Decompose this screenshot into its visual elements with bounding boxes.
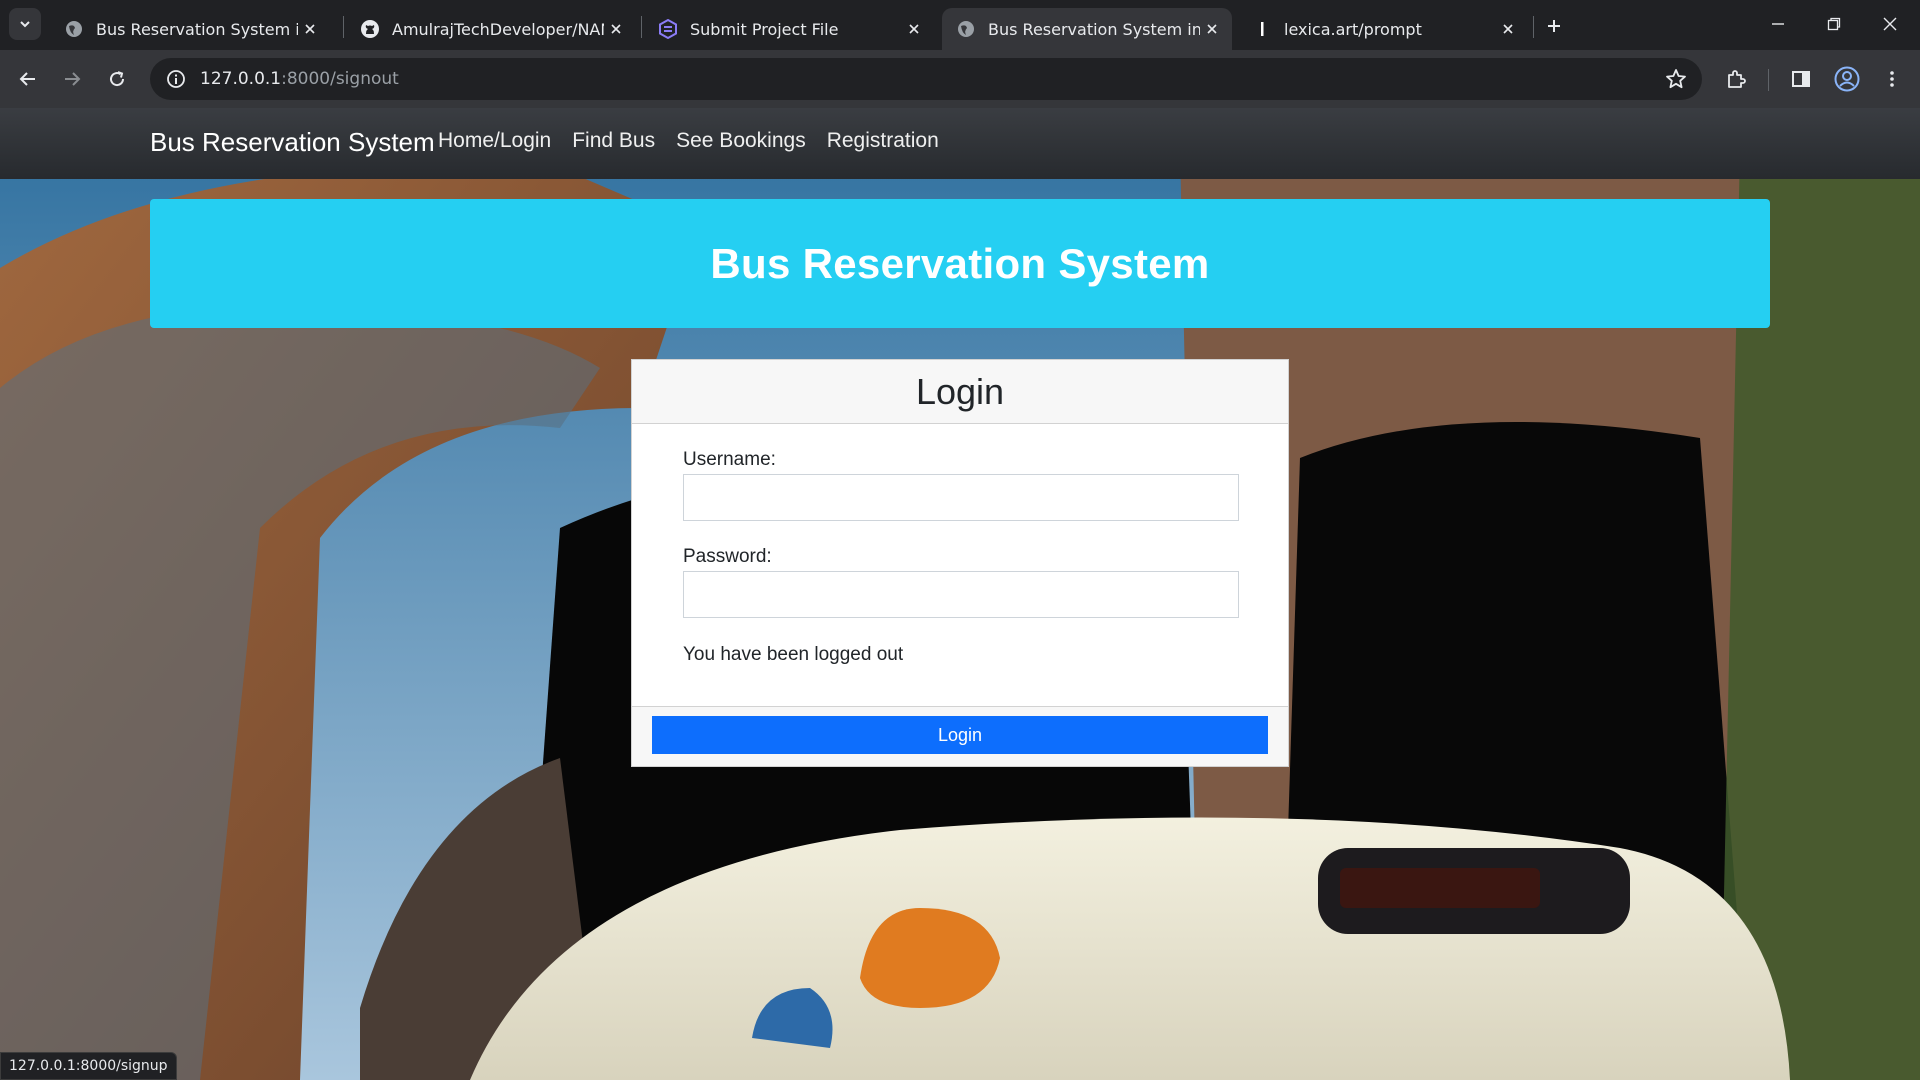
reload-icon [110, 71, 125, 87]
chevron-down-icon [20, 21, 30, 28]
browser-tab-2[interactable]: AmulrajTechDeveloper/NANMU [346, 8, 636, 50]
close-icon[interactable] [298, 17, 322, 41]
tab-separator [641, 16, 642, 38]
login-card: Login Username: Password: You have been … [631, 359, 1289, 767]
login-card-header: Login [632, 360, 1288, 424]
github-icon [360, 19, 380, 39]
username-input[interactable] [683, 474, 1239, 521]
side-panel-icon [1792, 71, 1810, 87]
tab-separator [343, 16, 344, 38]
close-icon[interactable] [1200, 17, 1224, 41]
restore-button[interactable] [1806, 6, 1862, 42]
close-icon[interactable] [604, 17, 628, 41]
puzzle-icon [1728, 70, 1746, 88]
address-host: 127.0.0.1 [200, 69, 282, 89]
close-icon[interactable] [1496, 17, 1520, 41]
side-panel-button[interactable] [1785, 63, 1817, 95]
minimize-icon [1772, 23, 1784, 25]
address-url: 127.0.0.1:8000/signout [200, 69, 399, 89]
close-icon[interactable] [902, 17, 926, 41]
tab-title: lexica.art/prompt [1284, 19, 1422, 39]
hero-banner: Bus Reservation System [150, 199, 1770, 328]
login-card-footer: Login [632, 706, 1288, 766]
tab-title: Bus Reservation System in Djan [988, 19, 1200, 39]
reload-button[interactable] [101, 63, 133, 95]
navbar-links: Home/Login Find Bus See Bookings Registr… [438, 129, 960, 153]
password-label: Password: [683, 546, 772, 567]
close-window-button[interactable] [1862, 6, 1918, 42]
tab-title: AmulrajTechDeveloper/NANMU [392, 19, 604, 39]
menu-button[interactable] [1876, 63, 1908, 95]
close-icon [1883, 17, 1897, 31]
restore-icon [1827, 17, 1841, 31]
arrow-right-icon [65, 72, 81, 86]
toolbar-divider [1768, 69, 1769, 91]
navbar-brand[interactable]: Bus Reservation System [150, 127, 435, 158]
lexica-icon [1252, 19, 1272, 39]
login-card-body: Username: Password: You have been logged… [632, 424, 1288, 708]
browser-tab-5[interactable]: lexica.art/prompt [1238, 8, 1528, 50]
nav-link-find-bus[interactable]: Find Bus [572, 129, 655, 153]
extensions-button[interactable] [1720, 63, 1752, 95]
back-button[interactable] [12, 63, 44, 95]
browser-tab-3[interactable]: Submit Project File [644, 8, 934, 50]
nav-link-registration[interactable]: Registration [827, 129, 939, 153]
browser-tab-4-active[interactable]: Bus Reservation System in Djan [942, 8, 1232, 50]
tab-title: Submit Project File [690, 19, 839, 39]
nav-link-see-bookings[interactable]: See Bookings [676, 129, 806, 153]
address-path: :8000/signout [281, 69, 399, 89]
forward-button[interactable] [56, 63, 88, 95]
tab-search-button[interactable] [9, 8, 41, 40]
password-input[interactable] [683, 571, 1239, 618]
address-bar[interactable]: 127.0.0.1:8000/signout [150, 58, 1702, 100]
login-heading: Login [915, 370, 1005, 412]
browser-toolbar: 127.0.0.1:8000/signout [0, 50, 1920, 108]
login-button[interactable]: Login [652, 716, 1268, 754]
nav-link-home-login[interactable]: Home/Login [438, 129, 551, 153]
kebab-menu-icon [1890, 71, 1894, 87]
new-tab-button[interactable] [1540, 12, 1568, 40]
profile-button[interactable] [1831, 63, 1863, 95]
hexagon-icon [658, 19, 678, 39]
site-navbar: Bus Reservation System Home/Login Find B… [0, 108, 1920, 179]
site-info-icon[interactable] [164, 67, 188, 91]
globe-icon [956, 19, 976, 39]
minimize-button[interactable] [1750, 6, 1806, 42]
username-label: Username: [683, 449, 776, 470]
profile-avatar-icon [1834, 66, 1860, 92]
tab-title: Bus Reservation System in Djan [96, 19, 298, 39]
plus-icon [1548, 20, 1560, 32]
tab-strip: Bus Reservation System in Djan AmulrajTe… [0, 0, 1920, 50]
arrow-left-icon [19, 72, 35, 86]
link-status-bar: 127.0.0.1:8000/signup [0, 1052, 177, 1080]
logout-message: You have been logged out [683, 644, 904, 665]
banner-title: Bus Reservation System [710, 239, 1210, 287]
globe-icon [64, 19, 84, 39]
browser-tab-1[interactable]: Bus Reservation System in Djan [50, 8, 330, 50]
bookmark-star-icon[interactable] [1664, 67, 1688, 91]
web-page: Bus Reservation System Home/Login Find B… [0, 108, 1920, 1080]
tab-separator [1533, 16, 1534, 38]
